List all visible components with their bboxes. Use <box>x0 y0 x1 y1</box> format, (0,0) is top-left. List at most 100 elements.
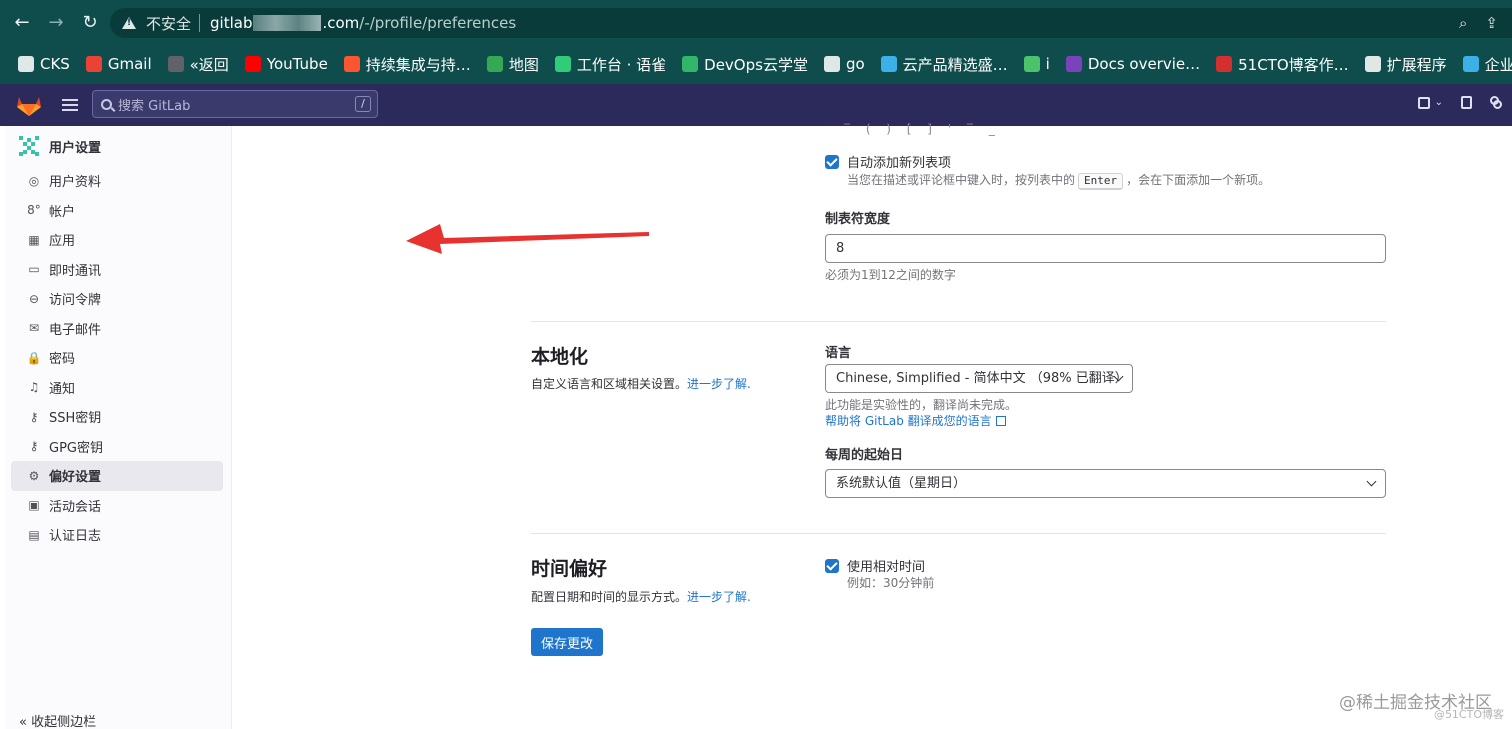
sidebar-item[interactable]: 🔒 密码 <box>11 343 223 373</box>
first-day-select[interactable]: 系统默认值（星期日） <box>825 469 1386 498</box>
sidebar-item[interactable]: ⚙ 偏好设置 <box>11 461 223 491</box>
auto-list-option[interactable]: 自动添加新列表项 <box>825 152 951 171</box>
bookmark-item[interactable]: «返回 <box>167 54 229 75</box>
token-icon: ⊖ <box>28 291 40 306</box>
omnibox-separator <box>199 14 201 32</box>
bookmark-item[interactable]: CKS <box>18 55 70 73</box>
relative-time-checkbox[interactable] <box>825 558 839 573</box>
reload-icon[interactable]: ↻ <box>78 11 102 35</box>
annotation-arrow-icon <box>406 224 649 254</box>
forward-icon[interactable]: → <box>44 11 68 35</box>
auto-list-checkbox[interactable] <box>825 154 839 169</box>
bookmark-item[interactable]: 扩展程序 <box>1364 54 1447 75</box>
bookmark-item[interactable]: 云产品精选盛… <box>880 54 1008 75</box>
sidebar-item-label: 帐户 <box>49 204 76 220</box>
localization-learn-more-link[interactable]: 进一步了解. <box>687 377 751 391</box>
sidebar-item-label: GPG密钥 <box>49 440 103 456</box>
insecure-label: 不安全 <box>146 14 192 33</box>
sidebar-item[interactable]: ⚷ GPG密钥 <box>11 432 223 462</box>
time-desc-text: 配置日期和时间的显示方式。 <box>531 590 688 604</box>
bookmark-item[interactable]: i <box>1023 55 1050 73</box>
relative-time-option[interactable]: 使用相对时间 <box>825 556 925 575</box>
monitor-icon: ▣ <box>28 498 40 513</box>
truncated-symbols: ‾ ( ) [ ] ' ‾ _ <box>844 122 1001 136</box>
puzzle-icon <box>1364 56 1381 72</box>
bookmark-item[interactable]: DevOps云学堂 <box>682 54 808 75</box>
chat-icon: ▭ <box>28 262 40 277</box>
relative-time-help: 例如：30分钟前 <box>847 576 935 590</box>
bookmark-item[interactable]: go <box>823 55 865 73</box>
time-title: 时间偏好 <box>531 558 608 580</box>
sidebar-item[interactable]: ✉ 电子邮件 <box>11 314 223 344</box>
translate-link[interactable]: 帮助将 GitLab 翻译成您的语言 <box>825 414 992 428</box>
url-prefix: gitlab <box>210 14 253 32</box>
51cto-icon <box>1216 56 1233 72</box>
sidebar-item-label: 用户资料 <box>49 175 102 191</box>
sidebar-item[interactable]: 8° 帐户 <box>11 196 223 226</box>
search-shortcut-badge: / <box>355 96 371 112</box>
applications-icon: ▦ <box>28 232 40 247</box>
bookmark-label: 云产品精选盛… <box>902 55 1008 74</box>
omnibox[interactable]: 不安全 gitlab .com /-/profile/preferences ⌕… <box>110 8 1512 38</box>
email-icon: ✉ <box>28 321 40 336</box>
tab-width-input[interactable]: 8 <box>825 234 1386 263</box>
create-new-button[interactable]: ⌄ <box>1417 96 1443 109</box>
time-desc: 配置日期和时间的显示方式。进一步了解. <box>531 588 751 605</box>
zoom-icon[interactable]: ⌕ <box>1459 14 1467 32</box>
back-icon[interactable]: ← <box>10 11 34 35</box>
terraform-icon <box>1065 56 1082 72</box>
gitlab-header: 搜索 GitLab / ⌄ <box>0 84 1512 126</box>
sidebar-item-label: 密码 <box>49 352 76 368</box>
bookmark-item[interactable]: 51CTO博客作… <box>1216 54 1349 75</box>
sidebar-header[interactable]: 用户设置 <box>5 126 231 166</box>
sidebar-nav: ◎ 用户资料 8° 帐户 ▦ 应用 ▭ 即时通讯 ⊖ 访问令牌 ✉ 电子邮件 🔒 密码 ♫ 通知 ⚷ SSH密钥 ⚷… <box>5 166 231 550</box>
language-select[interactable]: Chinese, Simplified - 简体中文 （98% 已翻译） <box>825 364 1133 393</box>
bookmark-label: Docs overvie… <box>1087 55 1201 73</box>
folder-icon <box>823 56 840 72</box>
bookmark-label: DevOps云学堂 <box>704 55 808 74</box>
merge-request-icon[interactable] <box>1490 96 1502 109</box>
save-button[interactable]: 保存更改 <box>531 628 603 656</box>
sidebar-item[interactable]: ▭ 即时通讯 <box>11 255 223 285</box>
bookmark-label: 持续集成与持… <box>365 55 471 74</box>
bookmark-item[interactable]: YouTube <box>244 55 328 73</box>
time-learn-more-link[interactable]: 进一步了解. <box>687 590 751 604</box>
url-suffix: .com <box>322 14 360 32</box>
bookmark-item[interactable]: Docs overvie… <box>1065 55 1201 73</box>
sidebar-item-label: 偏好设置 <box>49 470 102 486</box>
issues-icon[interactable] <box>1461 96 1472 109</box>
key-icon: ⚷ <box>29 439 39 454</box>
sidebar-item[interactable]: ▦ 应用 <box>11 225 223 255</box>
sidebar-item[interactable]: ◎ 用户资料 <box>11 166 223 196</box>
youtube-icon <box>244 56 261 72</box>
watermark-sub: @51CTO博客 <box>1433 708 1504 721</box>
omnibox-actions: ⌕ ⇪ <box>1459 14 1498 32</box>
search-input[interactable]: 搜索 GitLab / <box>92 90 378 118</box>
bookmark-item[interactable]: 企业 <box>1462 54 1512 75</box>
log-icon: ▤ <box>28 527 40 542</box>
tab-width-help: 必须为1到12之间的数字 <box>825 268 956 282</box>
sidebar-item[interactable]: ▤ 认证日志 <box>11 520 223 550</box>
csdn-icon <box>343 56 360 72</box>
sidebar-item-label: 应用 <box>49 234 76 250</box>
sidebar-item[interactable]: ▣ 活动会话 <box>11 491 223 521</box>
share-icon[interactable]: ⇪ <box>1485 14 1498 32</box>
bookmark-item[interactable]: 持续集成与持… <box>343 54 471 75</box>
bookmark-item[interactable]: 工作台 · 语雀 <box>554 54 666 75</box>
bookmark-item[interactable]: 地图 <box>486 54 539 75</box>
collapse-sidebar-button[interactable]: « 收起侧边栏 <box>19 711 96 729</box>
sidebar-item[interactable]: ⊖ 访问令牌 <box>11 284 223 314</box>
bookmark-item[interactable]: Gmail <box>85 55 152 73</box>
localization-desc: 自定义语言和区域相关设置。进一步了解. <box>531 375 751 392</box>
sidebar-item[interactable]: ♫ 通知 <box>11 373 223 403</box>
language-help: 此功能是实验性的，翻译尚未完成。 <box>825 398 1018 412</box>
gitlab-logo-icon[interactable] <box>16 93 42 117</box>
cloud-icon <box>880 56 897 72</box>
cloud-icon <box>1462 56 1479 72</box>
sidebar-item-label: 活动会话 <box>49 499 102 515</box>
menu-icon[interactable] <box>62 99 78 111</box>
sidebar: 用户设置 ◎ 用户资料 8° 帐户 ▦ 应用 ▭ 即时通讯 ⊖ 访问令牌 ✉ 电子邮件 🔒 密码 ♫ 通知 ⚷ S… <box>5 126 232 729</box>
bookmark-label: i <box>1045 55 1050 73</box>
user-avatar-icon <box>19 136 39 156</box>
sidebar-item[interactable]: ⚷ SSH密钥 <box>11 402 223 432</box>
